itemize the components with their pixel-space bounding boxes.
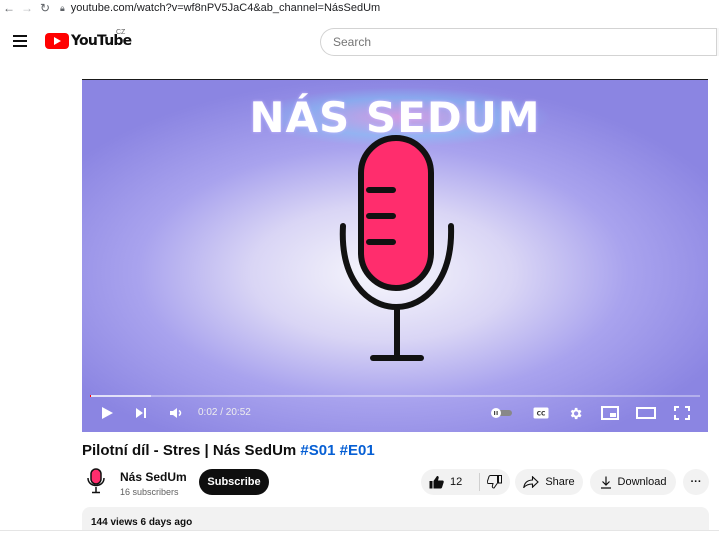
view-stats: 144 views 6 days ago xyxy=(91,517,193,528)
play-icon[interactable] xyxy=(96,401,118,425)
dislike-icon xyxy=(487,475,503,489)
like-dislike-group: 12 xyxy=(421,469,510,495)
subscribe-button[interactable]: Subscribe xyxy=(199,469,269,495)
reload-icon[interactable]: ↻ xyxy=(36,0,54,16)
progress-bar[interactable] xyxy=(90,395,700,397)
download-label: Download xyxy=(617,476,667,488)
theater-icon[interactable] xyxy=(634,401,658,425)
hashtag-link[interactable]: #E01 xyxy=(340,442,375,459)
download-icon xyxy=(600,476,611,489)
player-top-border xyxy=(82,79,708,80)
country-code: CZ xyxy=(116,29,126,36)
forward-icon[interactable]: → xyxy=(18,0,36,16)
more-icon[interactable]: ··· xyxy=(683,469,709,495)
url-text[interactable]: youtube.com/watch?v=wf8nPV5JaC4&ab_chann… xyxy=(71,2,380,14)
like-count: 12 xyxy=(450,476,463,488)
progress-played xyxy=(90,395,92,397)
search-input[interactable]: Search xyxy=(320,28,719,56)
download-button[interactable]: Download xyxy=(590,469,676,495)
bottom-strip xyxy=(0,531,719,539)
share-button[interactable]: Share xyxy=(515,469,583,495)
video-title-text: Pilotní díl - Stres | Nás SedUm xyxy=(82,442,297,459)
next-icon[interactable] xyxy=(130,401,152,425)
svg-text:CC: CC xyxy=(537,411,546,418)
microphone-illustration xyxy=(339,135,455,361)
share-label: Share xyxy=(545,476,575,488)
back-icon[interactable]: ← xyxy=(0,0,18,16)
volume-icon[interactable] xyxy=(166,401,188,425)
address-bar[interactable]: 🔒︎ youtube.com/watch?v=wf8nPV5JaC4&ab_ch… xyxy=(60,2,380,14)
time-display: 0:02 / 20:52 xyxy=(198,407,251,418)
youtube-play-logo-icon xyxy=(45,33,69,49)
fullscreen-icon[interactable] xyxy=(670,401,694,425)
menu-icon[interactable] xyxy=(13,35,27,47)
like-icon xyxy=(429,476,444,489)
video-title: Pilotní díl - Stres | Nás SedUm #S01 #E0… xyxy=(82,442,375,459)
share-icon xyxy=(523,476,540,488)
subscriber-count: 16 subscribers xyxy=(120,487,179,497)
captions-icon[interactable]: CC xyxy=(530,401,552,425)
channel-name[interactable]: Nás SedUm xyxy=(120,470,187,484)
hashtag-link[interactable]: #S01 xyxy=(300,442,335,459)
settings-icon[interactable] xyxy=(564,401,586,425)
lock-icon: 🔒︎ xyxy=(60,2,65,13)
browser-toolbar: ← → ↻ 🔒︎ youtube.com/watch?v=wf8nPV5JaC4… xyxy=(0,0,719,16)
dislike-button[interactable] xyxy=(480,469,510,495)
channel-avatar-icon[interactable] xyxy=(84,468,108,494)
miniplayer-icon[interactable] xyxy=(598,401,622,425)
autoplay-toggle-icon[interactable] xyxy=(488,401,514,425)
video-player[interactable]: NÁS SEDUM 0:02 / 20:52 CC xyxy=(82,79,708,432)
youtube-header: YouTube CZ Search xyxy=(0,24,719,60)
search-placeholder: Search xyxy=(333,35,372,49)
progress-buffered xyxy=(90,395,151,397)
like-button[interactable]: 12 xyxy=(421,469,479,495)
